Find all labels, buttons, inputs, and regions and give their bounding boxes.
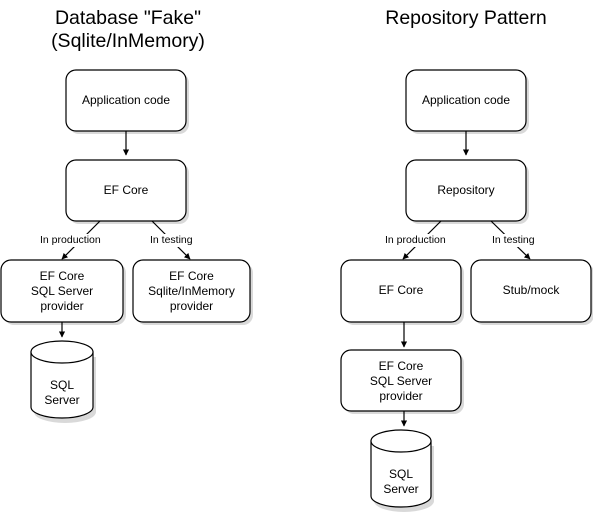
edge-label-left-in-testing: In testing: [148, 234, 195, 247]
shape-ef-core[interactable]: [66, 160, 186, 221]
shape-repository[interactable]: [406, 160, 526, 221]
shape-application-code[interactable]: [66, 70, 186, 131]
shape-stub-mock[interactable]: [471, 260, 591, 322]
shape-application-code-2[interactable]: [406, 70, 526, 131]
shape-ef-core-2[interactable]: [341, 260, 461, 322]
shape-sql-server-database-2[interactable]: [371, 430, 431, 513]
shape-ef-core-sql-server-provider[interactable]: [1, 260, 123, 322]
shape-sql-server-database[interactable]: [31, 341, 93, 424]
column-title-database-fake: Database "Fake" (Sqlite/InMemory): [51, 7, 205, 52]
edge-label-right-in-production: In production: [383, 234, 448, 247]
diagram-canvas: Database "Fake" (Sqlite/InMemory) Reposi…: [0, 0, 593, 514]
shape-ef-core-sqlite-inmemory-provider[interactable]: [133, 260, 250, 322]
shape-ef-core-sql-server-provider-2[interactable]: [341, 350, 461, 411]
edge-label-left-in-production: In production: [38, 234, 103, 247]
edge-label-right-in-testing: In testing: [490, 234, 537, 247]
column-title-repository-pattern: Repository Pattern: [385, 7, 547, 29]
